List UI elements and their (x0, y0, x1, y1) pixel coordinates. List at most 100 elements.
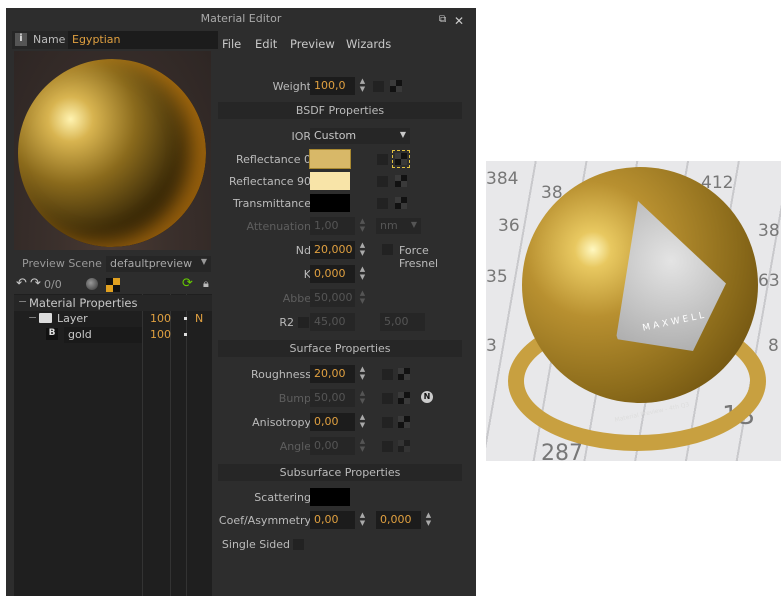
close-icon[interactable]: ✕ (454, 14, 464, 28)
anisotropy-spinner[interactable]: ▲ ▼ (357, 413, 368, 431)
single-sided-label: Single Sided (221, 538, 290, 551)
reflectance90-swatch[interactable] (310, 172, 350, 190)
r2-angle-input[interactable]: 45,00 (310, 313, 355, 331)
render-icon[interactable] (86, 278, 98, 290)
material-editor-window: Material Editor ⧉ ✕ i Name Egyptian Prev… (6, 8, 476, 596)
weight-spinner[interactable]: ▲ ▼ (357, 77, 368, 95)
layer-flag[interactable]: N (195, 312, 203, 325)
window-title: Material Editor (200, 12, 282, 25)
bsdf-weight[interactable]: 100 (150, 328, 171, 341)
restore-icon[interactable]: ⧉ (439, 14, 446, 25)
preview-toolbar: ↶ ↷ 0/0 ⟳ 🔒︎ (14, 276, 211, 294)
bump-spinner[interactable]: ▲ ▼ (357, 389, 368, 407)
undo-icon[interactable]: ↶ (16, 276, 27, 291)
roughness-map-checkbox[interactable] (382, 369, 393, 380)
tree-row-bsdf[interactable]: B gold 100 (14, 327, 212, 343)
chevron-down-icon: ▼ (399, 130, 406, 139)
anisotropy-input[interactable]: 0,00 (310, 413, 355, 431)
bsdf-badge: B (46, 328, 58, 340)
transmittance-map-checkbox[interactable] (377, 198, 388, 209)
roughness-spinner[interactable]: ▲ ▼ (357, 365, 368, 383)
preview-sphere (18, 59, 206, 247)
weight-texture-icon[interactable] (390, 80, 402, 92)
angle-texture-icon[interactable] (398, 440, 410, 452)
surface-header[interactable]: Surface Properties (218, 340, 462, 357)
reflectance0-swatch[interactable] (309, 149, 351, 169)
info-icon[interactable]: i (15, 33, 27, 46)
roughness-texture-icon[interactable] (398, 368, 410, 380)
ior-value: Custom (314, 129, 357, 142)
asymmetry-input[interactable]: 0,000 (376, 511, 421, 529)
angle-spinner[interactable]: ▲ ▼ (357, 437, 368, 455)
transmittance-label: Transmittance (233, 197, 311, 210)
menu-edit[interactable]: Edit (255, 37, 277, 51)
weight-map-checkbox[interactable] (373, 81, 384, 92)
k-spinner[interactable]: ▲ ▼ (357, 265, 368, 283)
reflectance90-texture-icon[interactable] (395, 175, 407, 187)
roughness-input[interactable]: 20,00 (310, 365, 355, 383)
scattering-swatch[interactable] (310, 488, 350, 506)
k-input[interactable]: 0,000 (310, 265, 355, 283)
checker-icon[interactable] (106, 278, 120, 292)
bump-map-checkbox[interactable] (382, 393, 393, 404)
menu-file[interactable]: File (222, 37, 241, 51)
subsurface-header[interactable]: Subsurface Properties (218, 464, 462, 481)
attenuation-spinner[interactable]: ▲ ▼ (357, 217, 368, 235)
tree-row-layer[interactable]: − Layer 100 N (14, 311, 212, 327)
lock-icon[interactable]: 🔒︎ (203, 277, 209, 291)
reflectance90-map-checkbox[interactable] (377, 176, 388, 187)
ior-select[interactable]: Custom ▼ (310, 128, 410, 144)
tree-root-label: Material Properties (29, 296, 138, 310)
attenuation-unit-select[interactable]: nm ▼ (376, 218, 421, 234)
abbe-spinner[interactable]: ▲ ▼ (357, 289, 368, 307)
tree-row-root[interactable]: − Material Properties (14, 295, 212, 311)
attenuation-input[interactable]: 1,00 (310, 217, 355, 235)
abbe-input[interactable]: 50,000 (310, 289, 355, 307)
tile-number: 36 (498, 216, 520, 236)
transmittance-texture-icon[interactable] (395, 197, 407, 209)
name-input[interactable]: Egyptian (68, 31, 218, 49)
anisotropy-label: Anisotropy (252, 416, 311, 429)
bsdf-enable-dot[interactable] (184, 333, 187, 336)
bump-input[interactable]: 50,00 (310, 389, 355, 407)
render-preview-image: 384 38 412 36 38 35 63 3 13 287 8 MAXWEL… (486, 161, 781, 461)
r2-value-input[interactable]: 5,00 (380, 313, 425, 331)
attenuation-label: Attenuation (246, 220, 311, 233)
refresh-icon[interactable]: ⟳ (182, 276, 193, 291)
force-fresnel-label: Force Fresnel (399, 244, 439, 270)
angle-input[interactable]: 0,00 (310, 437, 355, 455)
attenuation-unit: nm (380, 219, 398, 232)
name-bar: i Name Egyptian (12, 31, 218, 49)
nd-spinner[interactable]: ▲ ▼ (357, 241, 368, 259)
layer-enable-dot[interactable] (184, 317, 187, 320)
tile-number: 3 (486, 336, 497, 356)
nd-input[interactable]: 20,000 (310, 241, 355, 259)
r2-checkbox[interactable] (298, 317, 309, 328)
coef-input[interactable]: 0,00 (310, 511, 355, 529)
roughness-label: Roughness (250, 368, 311, 381)
bump-texture-icon[interactable] (398, 392, 410, 404)
anisotropy-texture-icon[interactable] (398, 416, 410, 428)
menu-wizards[interactable]: Wizards (346, 37, 391, 51)
transmittance-swatch[interactable] (310, 194, 350, 212)
normal-map-icon[interactable]: N (421, 391, 433, 403)
anisotropy-map-checkbox[interactable] (382, 417, 393, 428)
preview-scene-label: Preview Scene (22, 257, 102, 270)
preview-scene-select[interactable]: defaultpreview ▼ (106, 256, 211, 272)
redo-icon[interactable]: ↷ (30, 276, 41, 291)
angle-label: Angle (279, 440, 311, 453)
coef-spinner[interactable]: ▲ ▼ (357, 511, 368, 529)
single-sided-checkbox[interactable] (293, 539, 304, 550)
layer-weight[interactable]: 100 (150, 312, 171, 325)
asymmetry-spinner[interactable]: ▲ ▼ (423, 511, 434, 529)
menu-preview[interactable]: Preview (290, 37, 335, 51)
tile-number: 63 (758, 271, 780, 291)
weight-input[interactable]: 100,0 (310, 77, 355, 95)
angle-map-checkbox[interactable] (382, 441, 393, 452)
reflectance0-texture-icon[interactable] (392, 150, 410, 168)
reflectance0-map-checkbox[interactable] (377, 154, 388, 165)
force-fresnel-checkbox[interactable] (382, 244, 393, 255)
preview-scene-row: Preview Scene defaultpreview ▼ (14, 256, 211, 272)
bsdf-header[interactable]: BSDF Properties (218, 102, 462, 119)
abbe-label: Abbe (282, 292, 311, 305)
